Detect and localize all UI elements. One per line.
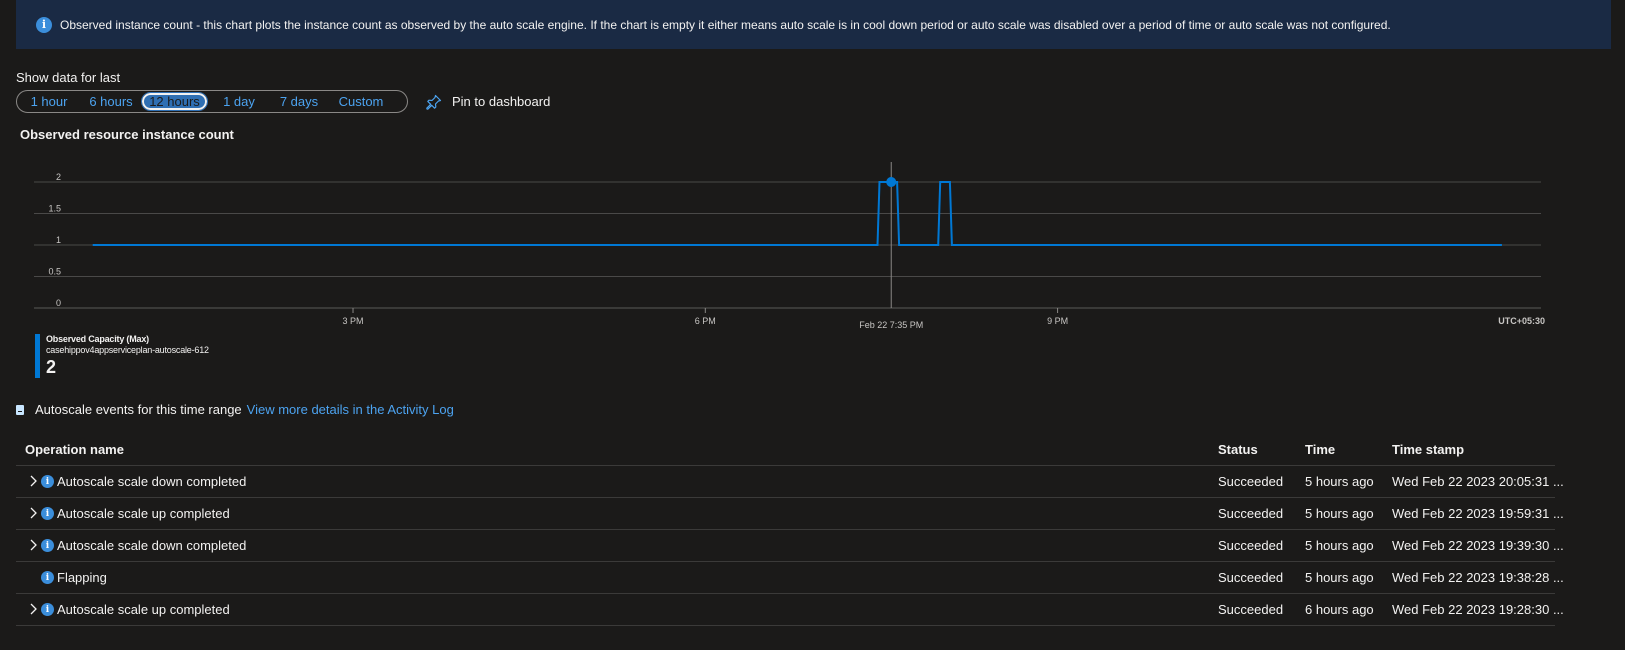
operation-name: Autoscale scale down completed	[57, 474, 247, 489]
banner-text: Observed instance count - this chart plo…	[60, 17, 1391, 32]
x-tick-label: 6 PM	[695, 316, 716, 326]
column-header-operation[interactable]: Operation name	[25, 442, 124, 457]
info-icon: i	[41, 571, 54, 584]
column-header-timestamp[interactable]: Time stamp	[1392, 442, 1464, 457]
expand-chevron-icon[interactable]	[27, 505, 41, 521]
table-row[interactable]: i Autoscale scale down completed Succeeded…	[16, 530, 1564, 562]
timestamp-cell: Wed Feb 22 2023 20:05:31 ...	[1392, 474, 1564, 489]
time-range-selector: 1 hour 6 hours 12 hours 1 day 7 days Cus…	[16, 90, 408, 113]
timestamp-cell: Wed Feb 22 2023 19:39:30 ...	[1392, 538, 1564, 553]
info-icon: i	[41, 507, 54, 520]
time-cell: 6 hours ago	[1305, 602, 1374, 617]
time-cell: 5 hours ago	[1305, 506, 1374, 521]
operation-name: Autoscale scale up completed	[57, 506, 230, 521]
timestamp-cell: Wed Feb 22 2023 19:59:31 ...	[1392, 506, 1564, 521]
instance-count-chart[interactable]: 2 1.5 1 0.5 0 3 PM 6 PM 9 PM Feb 22 7:35 PM UT…	[0, 150, 1625, 335]
range-1-hour-button[interactable]: 1 hour	[23, 93, 75, 110]
operation-name: Autoscale scale up completed	[57, 602, 230, 617]
legend-resource-name: casehippov4appserviceplan-autoscale-612	[46, 345, 209, 355]
table-row[interactable]: i Autoscale scale down completed Succeeded…	[16, 466, 1564, 498]
table-row[interactable]: i Flapping Succeeded 5 hours ago Wed Feb 22 …	[16, 562, 1564, 594]
chart-cursor-label: Feb 22 7:35 PM	[859, 320, 923, 330]
legend-value: 2	[46, 357, 57, 377]
autoscale-events-table: Operation name Status Time Time stamp iA…	[16, 433, 1564, 626]
y-tick-label: 1.5	[48, 204, 61, 214]
operation-name: Autoscale scale down completed	[57, 538, 247, 553]
time-cell: 5 hours ago	[1305, 474, 1374, 489]
expand-chevron-icon[interactable]	[27, 537, 41, 553]
table-row[interactable]: i Autoscale scale up completed Succeeded 6 …	[16, 594, 1564, 626]
range-1-day-button[interactable]: 1 day	[217, 93, 261, 110]
document-icon	[16, 404, 24, 415]
column-header-time[interactable]: Time	[1305, 442, 1335, 457]
y-tick-label: 0	[56, 298, 61, 308]
legend-series-name: Observed Capacity (Max)	[46, 334, 149, 344]
range-12-hours-button[interactable]: 12 hours	[141, 92, 208, 111]
range-7-days-button[interactable]: 7 days	[274, 93, 324, 110]
autoscale-events-header: Autoscale events for this time range Vie…	[16, 402, 454, 417]
table-header-row: Operation name Status Time Time stamp	[16, 433, 1555, 466]
status-cell: Succeeded	[1218, 602, 1284, 617]
info-icon: i	[41, 475, 54, 488]
pin-icon	[426, 94, 442, 110]
range-6-hours-button[interactable]: 6 hours	[83, 93, 139, 110]
time-cell: 5 hours ago	[1305, 570, 1374, 585]
status-cell: Succeeded	[1218, 570, 1284, 585]
events-title: Autoscale events for this time range	[35, 402, 242, 417]
column-header-status[interactable]: Status	[1218, 442, 1258, 457]
pin-to-dashboard-button[interactable]: Pin to dashboard	[426, 90, 550, 113]
status-cell: Succeeded	[1218, 506, 1284, 521]
info-icon: i	[36, 16, 52, 33]
status-cell: Succeeded	[1218, 474, 1284, 489]
y-tick-label: 2	[56, 172, 61, 182]
info-icon: i	[41, 603, 54, 616]
timestamp-cell: Wed Feb 22 2023 19:38:28 ...	[1392, 570, 1564, 585]
show-data-label: Show data for last	[16, 70, 121, 85]
y-tick-label: 0.5	[48, 267, 61, 277]
expand-chevron-icon[interactable]	[27, 473, 41, 489]
chart-cursor-point	[886, 177, 897, 187]
pin-label: Pin to dashboard	[452, 94, 551, 109]
chart-title: Observed resource instance count	[20, 127, 234, 142]
chart-timezone-label: UTC+05:30	[1498, 316, 1545, 326]
timestamp-cell: Wed Feb 22 2023 19:28:30 ...	[1392, 602, 1564, 617]
x-tick-label: 9 PM	[1047, 316, 1068, 326]
range-custom-button[interactable]: Custom	[334, 93, 388, 110]
y-tick-label: 1	[56, 235, 61, 245]
chart-legend[interactable]: Observed Capacity (Max) casehippov4appse…	[35, 334, 209, 378]
status-cell: Succeeded	[1218, 538, 1284, 553]
info-icon: i	[41, 539, 54, 552]
expand-chevron-icon[interactable]	[27, 601, 41, 617]
activity-log-link[interactable]: View more details in the Activity Log	[247, 402, 454, 417]
operation-name: Flapping	[57, 570, 107, 585]
x-tick-label: 3 PM	[343, 316, 364, 326]
table-row[interactable]: i Autoscale scale up completed Succeeded 5 …	[16, 498, 1564, 530]
info-banner: i Observed instance count - this chart p…	[16, 0, 1611, 49]
time-cell: 5 hours ago	[1305, 538, 1374, 553]
